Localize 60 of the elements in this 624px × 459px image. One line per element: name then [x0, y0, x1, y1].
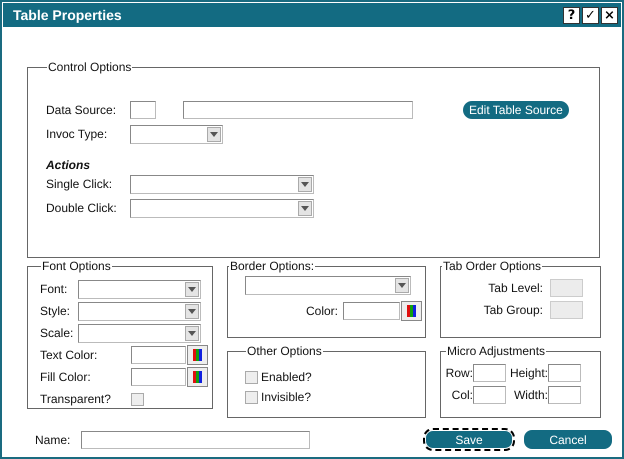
- text-field[interactable]: [343, 302, 400, 320]
- title-bar-button[interactable]: ?: [563, 6, 580, 24]
- color-picker-button[interactable]: [187, 367, 208, 387]
- text-field[interactable]: [130, 101, 156, 119]
- field-label: Data Source:: [46, 103, 118, 117]
- dropdown[interactable]: [78, 302, 201, 320]
- group-legend: Other Options: [246, 344, 323, 358]
- group-legend: Font Options: [41, 259, 112, 273]
- window-title: Table Properties: [13, 7, 123, 23]
- field-label: Invoc Type:: [46, 127, 108, 141]
- color-picker-button[interactable]: [401, 301, 422, 321]
- field-label: Double Click:: [46, 201, 118, 215]
- dropdown[interactable]: [130, 198, 314, 218]
- field-label: Fill Color:: [40, 370, 92, 384]
- field-label: Color:: [306, 304, 338, 318]
- checkbox[interactable]: [245, 390, 258, 404]
- dropdown[interactable]: [130, 174, 314, 194]
- checkbox-label: Transparent?: [40, 392, 112, 406]
- checkbox[interactable]: [131, 392, 144, 406]
- edit-table-source-button[interactable]: Edit Table Source: [463, 101, 569, 119]
- color-bars-icon: [407, 305, 416, 317]
- field-label: Text Color:: [40, 348, 98, 362]
- checkbox-label: Invisible?: [261, 390, 312, 404]
- field-label: Tab Group:: [484, 303, 543, 317]
- field-label: Tab Level:: [488, 281, 543, 295]
- field-label: Scale:: [40, 326, 74, 340]
- field-label: Name:: [35, 432, 72, 446]
- text-field[interactable]: [131, 368, 186, 386]
- dialog-button[interactable]: Save: [423, 428, 515, 451]
- color-picker-button[interactable]: [187, 345, 208, 365]
- dialog-button[interactable]: Cancel: [522, 428, 614, 451]
- dropdown[interactable]: [130, 124, 223, 144]
- name-field[interactable]: [81, 430, 310, 448]
- group-legend: Control Options: [47, 60, 132, 74]
- field-label: Single Click:: [46, 177, 114, 191]
- title-bar-button[interactable]: ×: [601, 6, 618, 24]
- checkbox[interactable]: [245, 370, 258, 384]
- color-bars-icon: [193, 371, 202, 383]
- field-label: Col:: [450, 388, 473, 402]
- color-bars-icon: [193, 349, 202, 361]
- text-field[interactable]: [473, 386, 506, 404]
- checkbox-label: Enabled?: [261, 370, 312, 384]
- dropdown[interactable]: [245, 276, 411, 295]
- title-bar-button[interactable]: ✓: [582, 6, 599, 24]
- field-label: Row:: [445, 366, 473, 380]
- field-label: Font:: [40, 282, 68, 296]
- text-field[interactable]: [183, 101, 413, 119]
- text-field[interactable]: [473, 364, 506, 382]
- dropdown[interactable]: [78, 280, 201, 298]
- dropdown[interactable]: [78, 324, 201, 342]
- group-legend: Tab Order Options: [442, 259, 542, 273]
- field-label: Height:: [508, 366, 548, 380]
- group-legend: Border Options:: [229, 259, 316, 273]
- field-label: Style:: [40, 304, 72, 318]
- group-legend: Micro Adjustments: [446, 344, 546, 358]
- text-field[interactable]: [131, 346, 186, 364]
- text-field[interactable]: [548, 364, 581, 382]
- section-heading: Actions: [46, 158, 92, 172]
- text-field[interactable]: [548, 386, 581, 404]
- field-label: Width:: [512, 388, 548, 402]
